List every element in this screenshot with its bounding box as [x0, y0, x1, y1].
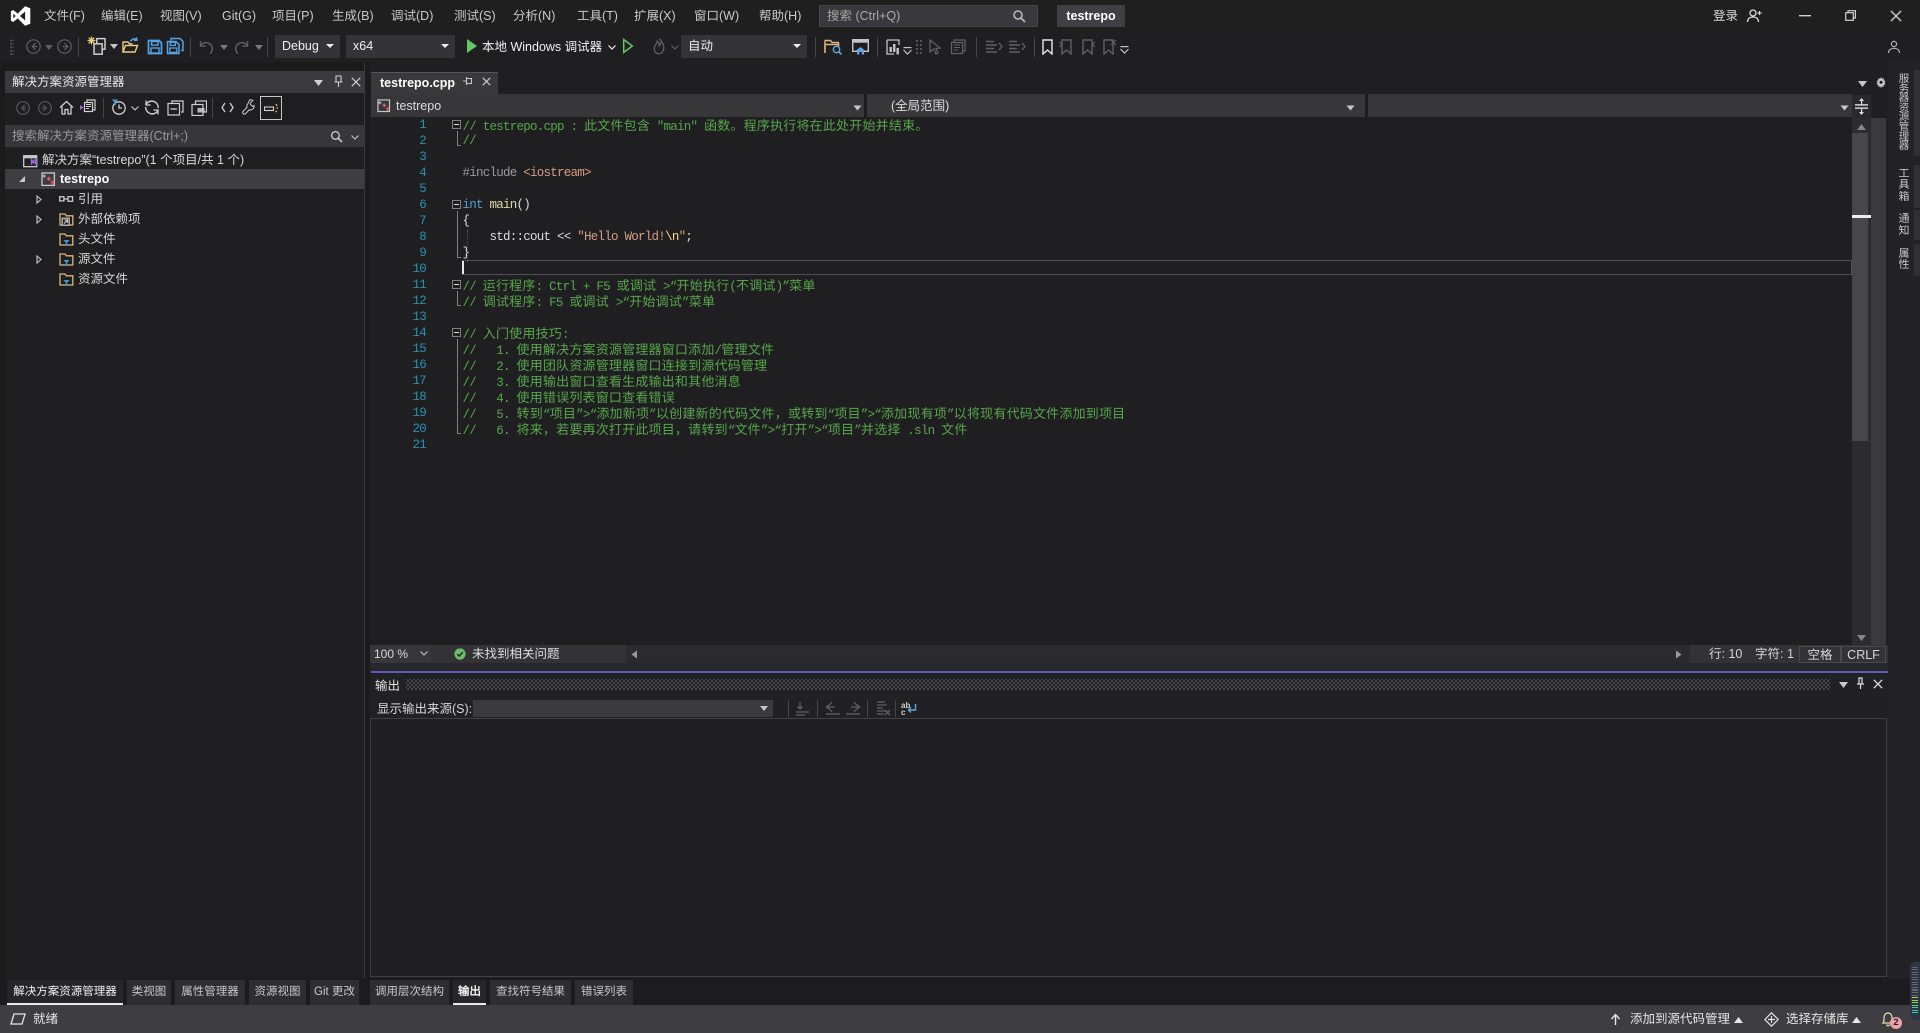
svg-text:c: c	[901, 708, 906, 716]
